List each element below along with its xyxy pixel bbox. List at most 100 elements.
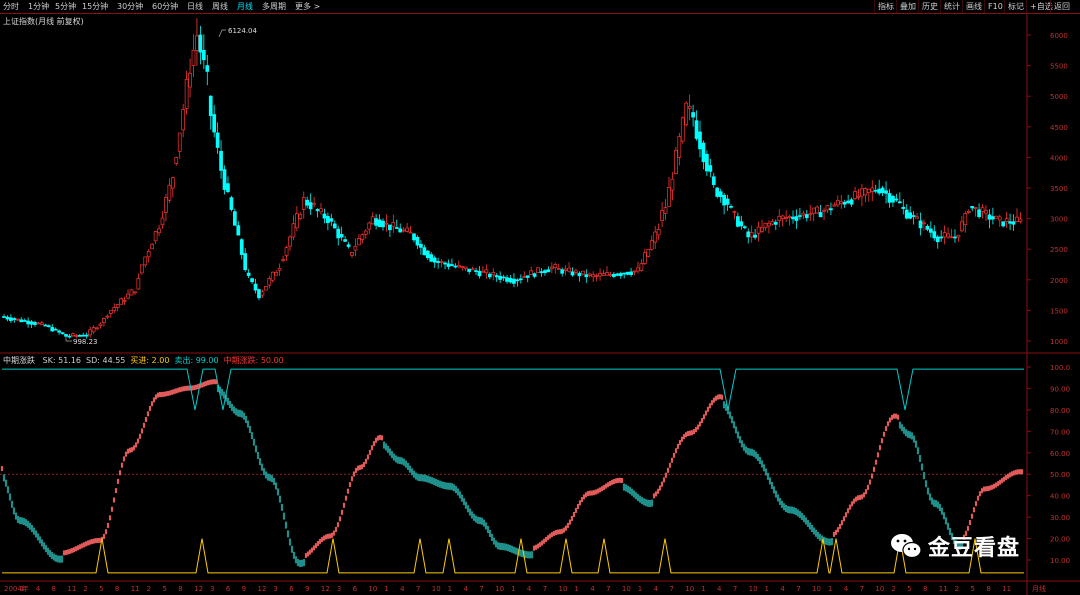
candle-body [873, 189, 878, 192]
candle-body [684, 102, 689, 126]
candle-body [715, 187, 720, 197]
candle-body [853, 191, 857, 199]
x-label-44: 1 [701, 585, 705, 593]
candle-body [167, 184, 172, 201]
indicator-name: 中期涨跌 [3, 356, 35, 365]
candle-body [133, 291, 137, 294]
candle-body [760, 227, 764, 232]
candle-body [188, 72, 192, 88]
candle-body [725, 198, 730, 205]
x-label-39: 10 [622, 585, 631, 593]
candle-body [281, 259, 285, 261]
candle-body [215, 132, 220, 148]
x-label-23: 10 [368, 585, 377, 593]
x-label-3: 8 [52, 585, 56, 593]
candle-body [77, 335, 82, 337]
candle-body [532, 273, 537, 277]
candle-body [419, 243, 423, 248]
candle-body [701, 142, 706, 163]
candle-body [164, 196, 168, 213]
indicator-value-3: 卖出: 99.00 [174, 356, 219, 365]
candle-body [381, 220, 385, 228]
candle-body [815, 206, 819, 214]
candle-body [22, 320, 27, 322]
candle-body [467, 268, 471, 272]
candle-body [477, 270, 482, 277]
candle-body [770, 221, 775, 225]
ind-label-4: 60.00 [1050, 450, 1070, 458]
x-label-6: 5 [99, 585, 103, 593]
candle-body [935, 236, 940, 243]
candle-body [842, 201, 847, 205]
candle-body [319, 208, 323, 213]
candle-body [722, 194, 726, 206]
candle-body [487, 273, 492, 278]
candle-body [60, 332, 65, 335]
candle-body [811, 207, 816, 214]
candle-body [687, 106, 692, 109]
candle-body [825, 205, 830, 211]
candle-body [618, 273, 623, 276]
candle-body [925, 225, 930, 230]
ind-label-7: 30.00 [1050, 514, 1070, 522]
candle-body [212, 114, 217, 133]
candle-body [53, 328, 58, 331]
candle-body [1018, 218, 1023, 223]
candle-body [436, 261, 440, 263]
candle-body [849, 199, 854, 205]
candle-body [88, 329, 92, 336]
candle-body [177, 132, 182, 152]
candle-body [277, 267, 282, 271]
x-label-4: 11 [67, 585, 76, 593]
candle-body [763, 222, 768, 229]
candle-body [19, 319, 24, 323]
candle-body [336, 228, 341, 239]
candle-body [95, 327, 99, 330]
candle-body [698, 131, 702, 150]
candle-body [525, 275, 530, 278]
candle-body [829, 208, 833, 211]
candle-body [157, 228, 161, 234]
candle-body [584, 274, 589, 278]
candle-body [429, 254, 434, 262]
candle-body [804, 214, 809, 219]
candle-body [208, 95, 213, 116]
candle-body [749, 232, 754, 238]
price-label-3: 4500 [1050, 124, 1068, 132]
candle-body [74, 335, 79, 337]
candle-body [308, 202, 313, 210]
candle-body [856, 195, 861, 198]
candle-body [184, 78, 189, 109]
candle-body [491, 272, 496, 276]
x-label-29: 4 [463, 585, 468, 593]
kline-chart[interactable]: 6000 5500 5000 4500 4000 3500 3000 2500 2000 1500… [0, 0, 1080, 595]
candle-body [136, 278, 141, 290]
candle-body [298, 213, 303, 219]
price-label-8: 2000 [1050, 277, 1068, 285]
x-label-27: 10 [432, 585, 441, 593]
candle-body [574, 270, 578, 273]
candle-body [956, 234, 961, 238]
candle-body [391, 221, 396, 227]
candle-body [226, 183, 230, 192]
candle-body [639, 263, 644, 271]
candle-body [267, 278, 272, 286]
candle-body [219, 150, 223, 171]
x-label-32: 1 [511, 585, 515, 593]
candle-body [708, 165, 713, 172]
candle-body [243, 253, 248, 271]
x-label-8: 11 [131, 585, 140, 593]
candle-body [233, 211, 237, 226]
candle-body [622, 272, 627, 275]
candle-body [305, 199, 310, 206]
x-label-42: 7 [669, 585, 673, 593]
x-label-60: 2 [955, 585, 959, 593]
x-label-7: 8 [115, 585, 119, 593]
candle-body [122, 299, 127, 302]
candle-body [515, 279, 520, 282]
x-label-49: 4 [780, 585, 785, 593]
candle-body [732, 210, 737, 213]
candle-body [612, 273, 616, 277]
candle-body [326, 215, 330, 224]
candle-body [388, 224, 392, 231]
